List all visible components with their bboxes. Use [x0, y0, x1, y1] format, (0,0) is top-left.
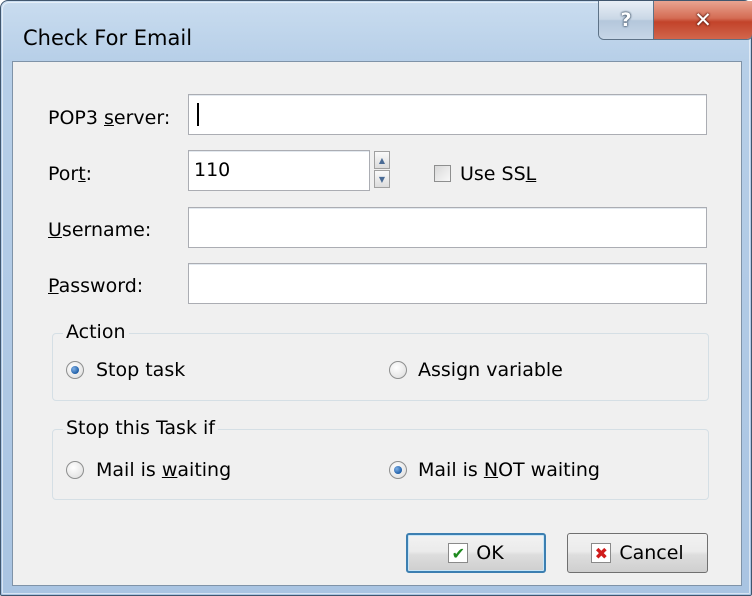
stop-task-label[interactable]: Stop task: [96, 359, 185, 381]
cancel-button-label: Cancel: [619, 542, 684, 564]
caption-buttons: ? ✕: [598, 1, 752, 40]
password-input[interactable]: [188, 263, 707, 304]
check-icon: ✔: [448, 543, 469, 563]
username-input[interactable]: [188, 207, 707, 248]
mail-waiting-label[interactable]: Mail is waiting: [96, 459, 231, 481]
assign-variable-label[interactable]: Assign variable: [418, 359, 563, 381]
password-label: Password:: [48, 275, 144, 297]
username-label: Username:: [48, 219, 152, 241]
spin-down-button[interactable]: ▼: [374, 170, 390, 188]
radio-stop-task[interactable]: [66, 361, 84, 379]
action-group-title: Action: [63, 321, 129, 343]
spin-up-button[interactable]: ▲: [374, 151, 390, 169]
stop-condition-group-title: Stop this Task if: [63, 417, 218, 439]
pop3-server-input[interactable]: [188, 94, 707, 135]
port-spinner: ▲ ▼: [374, 151, 390, 189]
close-button[interactable]: ✕: [654, 1, 752, 39]
radio-mail-not-waiting[interactable]: [389, 461, 407, 479]
use-ssl-label[interactable]: Use SSL: [460, 163, 536, 185]
text-caret: [197, 103, 199, 126]
mail-not-waiting-label[interactable]: Mail is NOT waiting: [418, 459, 600, 481]
ok-button[interactable]: ✔ OK: [406, 533, 546, 573]
radio-assign-variable[interactable]: [389, 361, 407, 379]
pop3-server-label: POP3 server:: [48, 107, 171, 129]
dialog-client-area: POP3 server: Port: 110 ▲ ▼ Use SSL Usern…: [12, 61, 742, 586]
port-value: 110: [194, 159, 231, 181]
close-icon: ✕: [694, 8, 712, 32]
use-ssl-checkbox[interactable]: [434, 165, 451, 182]
cancel-button[interactable]: ✖ Cancel: [567, 533, 708, 573]
dialog-window: Check For Email ? ✕ POP3 server: Port: 1…: [0, 0, 752, 596]
radio-mail-waiting[interactable]: [66, 461, 84, 479]
arrow-up-icon: ▲: [378, 155, 386, 165]
port-input[interactable]: 110: [188, 150, 370, 191]
ok-button-label: OK: [476, 542, 504, 564]
help-button[interactable]: ?: [599, 1, 654, 39]
arrow-down-icon: ▼: [378, 174, 386, 184]
port-label: Port:: [48, 163, 93, 185]
window-title: Check For Email: [23, 26, 193, 50]
help-icon: ?: [620, 9, 632, 31]
x-icon: ✖: [591, 543, 612, 563]
